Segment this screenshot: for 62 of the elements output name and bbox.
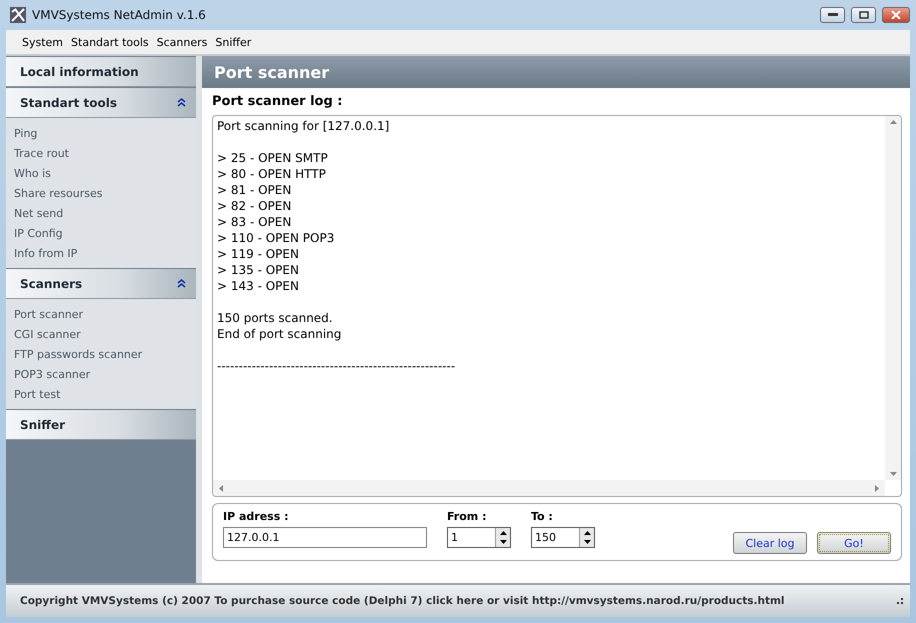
section-title: Sniffer — [20, 418, 66, 432]
scroll-up-icon — [890, 120, 896, 124]
scroll-left-icon — [219, 484, 223, 492]
sidebar-item[interactable]: Ping — [14, 124, 38, 144]
log-line: > 81 - OPEN — [217, 182, 292, 198]
section-header[interactable]: Local information — [6, 57, 196, 87]
section-header[interactable]: Standart tools — [6, 88, 196, 118]
scroll-right-icon — [875, 484, 879, 492]
menu-item[interactable]: Standart tools — [71, 36, 149, 48]
ip-field[interactable]: 127.0.0.1 — [223, 527, 427, 548]
log-line: Port scanning for [127.0.0.1] — [217, 118, 390, 134]
horizontal-scrollbar[interactable] — [213, 480, 885, 496]
close-icon — [891, 11, 901, 19]
minimize-icon — [828, 13, 838, 17]
maximize-button[interactable] — [851, 7, 876, 23]
sidebar-item[interactable]: Net send — [14, 204, 64, 224]
log-line: 150 ports scanned. — [217, 310, 334, 326]
log-line: > 25 - OPEN SMTP — [217, 150, 329, 166]
window-title: VMVSystems NetAdmin v.1.6 — [32, 8, 207, 22]
log-line: > 143 - OPEN — [217, 278, 300, 294]
section-header[interactable]: Scanners — [6, 269, 196, 299]
sidebar-item[interactable]: Info from IP — [14, 244, 78, 264]
log-line: ------------------------------------------------------- — [217, 358, 456, 374]
log-line: End of port scanning — [217, 326, 342, 342]
log-line: > 110 - OPEN POP3 — [217, 230, 336, 246]
sidebar-item[interactable]: POP3 scanner — [14, 365, 90, 385]
field-label: To : — [531, 510, 554, 523]
menu-item[interactable]: Scanners — [156, 36, 208, 48]
collapse-icon — [177, 279, 186, 288]
resize-grip-icon — [896, 597, 904, 605]
sidebar-item[interactable]: Share resourses — [14, 184, 102, 204]
vertical-scrollbar[interactable] — [885, 116, 901, 480]
sidebar-item[interactable]: IP Config — [14, 224, 63, 244]
panel-title: Port scanner — [214, 62, 330, 82]
scroll-down-icon — [890, 472, 896, 476]
log-line: > 82 - OPEN — [217, 198, 292, 214]
minimize-button[interactable] — [820, 7, 845, 23]
sidebar-item[interactable]: FTP passwords scanner — [14, 345, 142, 365]
sidebar-item[interactable]: Trace rout — [14, 144, 69, 164]
section-header[interactable]: Sniffer — [6, 410, 196, 440]
section-title: Scanners — [20, 276, 82, 290]
maximize-icon — [858, 11, 868, 19]
menu-item[interactable]: Sniffer — [215, 36, 252, 48]
log-line: > 80 - OPEN HTTP — [217, 166, 327, 182]
log-line: > 135 - OPEN — [217, 262, 300, 278]
log-line: > 83 - OPEN — [217, 214, 292, 230]
sidebar-item[interactable]: Port scanner — [14, 305, 84, 325]
menu-item[interactable]: System — [22, 36, 64, 48]
app-logo-icon — [10, 7, 26, 23]
close-button[interactable] — [882, 7, 910, 23]
log-line: > 119 - OPEN — [217, 246, 300, 262]
log-label: Port scanner log : — [212, 94, 344, 109]
collapse-icon — [177, 98, 186, 107]
sidebar-item[interactable]: CGI scanner — [14, 325, 81, 345]
sidebar-item[interactable]: Who is — [14, 164, 51, 184]
action-button[interactable]: Go! — [817, 532, 891, 554]
field-label: From : — [447, 510, 488, 523]
sidebar-item[interactable]: Port test — [14, 385, 60, 405]
section-title: Local information — [20, 64, 139, 78]
action-button[interactable]: Clear log — [733, 532, 807, 554]
section-title: Standart tools — [20, 96, 118, 110]
field-label: IP adress : — [223, 510, 290, 523]
